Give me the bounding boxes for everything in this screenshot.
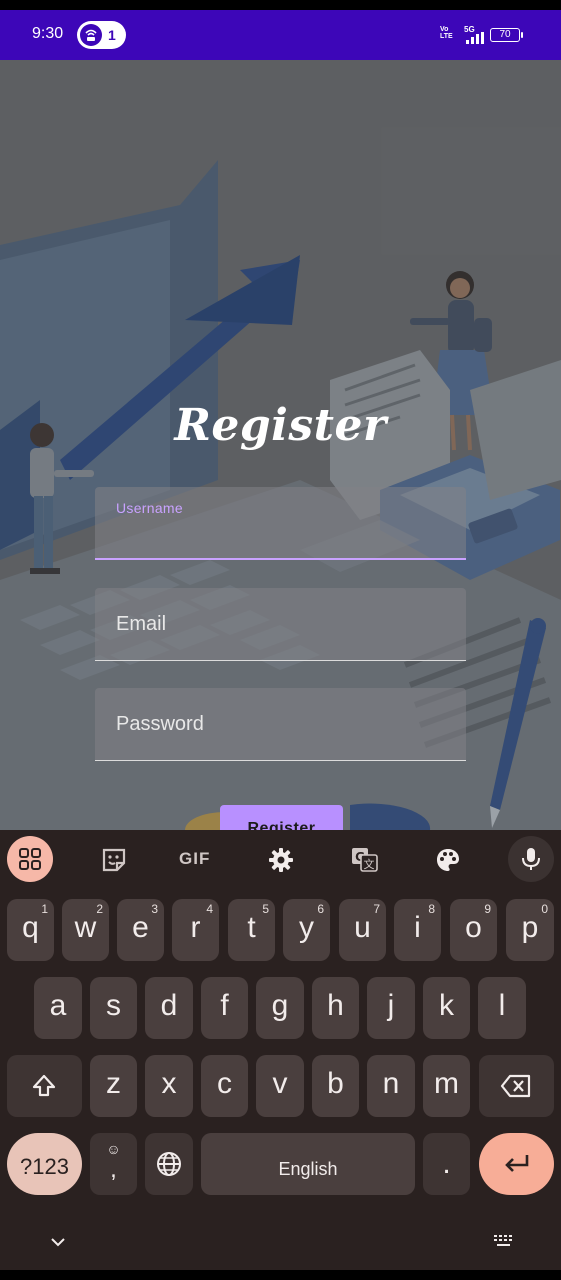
translate-icon[interactable]: G 文 xyxy=(340,836,386,882)
status-bar: 9:30 1 Vo LTE 5G 70 xyxy=(0,10,561,60)
signal-bars-icon xyxy=(466,32,484,44)
username-label: Username xyxy=(116,500,183,516)
key-m[interactable]: m xyxy=(423,1055,470,1117)
key-x[interactable]: x xyxy=(145,1055,193,1117)
key-l[interactable]: l xyxy=(478,977,526,1039)
key-s[interactable]: s xyxy=(90,977,137,1039)
password-underline xyxy=(95,760,466,761)
key-t[interactable]: t5 xyxy=(228,899,275,961)
shift-arrow-icon xyxy=(32,1074,56,1097)
backspace-icon xyxy=(500,1074,531,1098)
palette-icon[interactable] xyxy=(424,836,470,882)
key-u[interactable]: u7 xyxy=(339,899,386,961)
username-field[interactable]: Username xyxy=(95,487,466,560)
email-field[interactable]: Email xyxy=(95,588,466,661)
key-n[interactable]: n xyxy=(367,1055,415,1117)
key-c[interactable]: c xyxy=(201,1055,248,1117)
battery-level: 70 xyxy=(499,29,511,40)
register-screen: Register Username Email Password Registe… xyxy=(0,60,561,830)
space-bar[interactable]: English xyxy=(201,1133,415,1195)
key-b[interactable]: b xyxy=(312,1055,359,1117)
key-f[interactable]: f xyxy=(201,977,248,1039)
key-y[interactable]: y6 xyxy=(283,899,330,961)
backspace-key[interactable] xyxy=(479,1055,554,1117)
password-placeholder: Password xyxy=(116,713,204,735)
globe-icon xyxy=(157,1152,181,1176)
key-a[interactable]: a xyxy=(34,977,82,1039)
mic-icon[interactable] xyxy=(508,836,554,882)
enter-key[interactable] xyxy=(479,1133,554,1195)
key-w[interactable]: w2 xyxy=(62,899,109,961)
apps-grid-icon[interactable] xyxy=(7,836,53,882)
key-o[interactable]: o9 xyxy=(450,899,497,961)
gear-icon[interactable] xyxy=(257,836,303,882)
comma-key[interactable]: ☺ , xyxy=(90,1133,137,1195)
volte-label: Vo LTE xyxy=(440,26,453,40)
bottom-bezel xyxy=(0,1270,561,1280)
keyboard-nav-row xyxy=(0,1225,561,1255)
svg-text:文: 文 xyxy=(364,857,375,871)
key-d[interactable]: d xyxy=(145,977,193,1039)
shift-key[interactable] xyxy=(7,1055,82,1117)
period-key[interactable]: . xyxy=(423,1133,470,1195)
hide-keyboard-chevron-down-icon[interactable] xyxy=(50,1237,66,1247)
key-p[interactable]: p0 xyxy=(506,899,554,961)
soft-keyboard: GIF G 文 q 1 w 2 e 3 r 4 t 5 y 6 u 7 i 8 … xyxy=(0,830,561,1270)
register-button[interactable]: Register xyxy=(220,805,343,830)
status-time: 9:30 xyxy=(32,25,64,42)
hotspot-icon xyxy=(80,24,102,46)
key-k[interactable]: k xyxy=(423,977,470,1039)
key-g[interactable]: g xyxy=(256,977,304,1039)
key-i[interactable]: i8 xyxy=(394,899,441,961)
key-j[interactable]: j xyxy=(367,977,415,1039)
key-v[interactable]: v xyxy=(256,1055,304,1117)
key-q[interactable]: q1 xyxy=(7,899,54,961)
username-underline xyxy=(95,558,466,560)
email-placeholder: Email xyxy=(116,613,167,635)
battery-cap xyxy=(521,32,523,38)
symbols-key[interactable]: ?123 xyxy=(7,1133,82,1195)
keyboard-switcher-icon[interactable] xyxy=(493,1234,515,1248)
enter-arrow-icon xyxy=(505,1155,529,1172)
hotspot-indicator: 1 xyxy=(77,21,126,49)
language-globe-key[interactable] xyxy=(145,1133,193,1195)
key-h[interactable]: h xyxy=(312,977,359,1039)
top-bezel xyxy=(0,0,561,10)
password-field[interactable]: Password xyxy=(95,688,466,761)
email-underline xyxy=(95,660,466,661)
page-title: Register xyxy=(174,400,387,451)
gif-button[interactable]: GIF xyxy=(179,849,210,869)
key-r[interactable]: r4 xyxy=(172,899,219,961)
sticker-icon[interactable] xyxy=(90,836,136,882)
key-e[interactable]: e3 xyxy=(117,899,164,961)
key-z[interactable]: z xyxy=(90,1055,137,1117)
battery-icon: 70 xyxy=(490,28,520,42)
hotspot-count: 1 xyxy=(108,27,116,43)
